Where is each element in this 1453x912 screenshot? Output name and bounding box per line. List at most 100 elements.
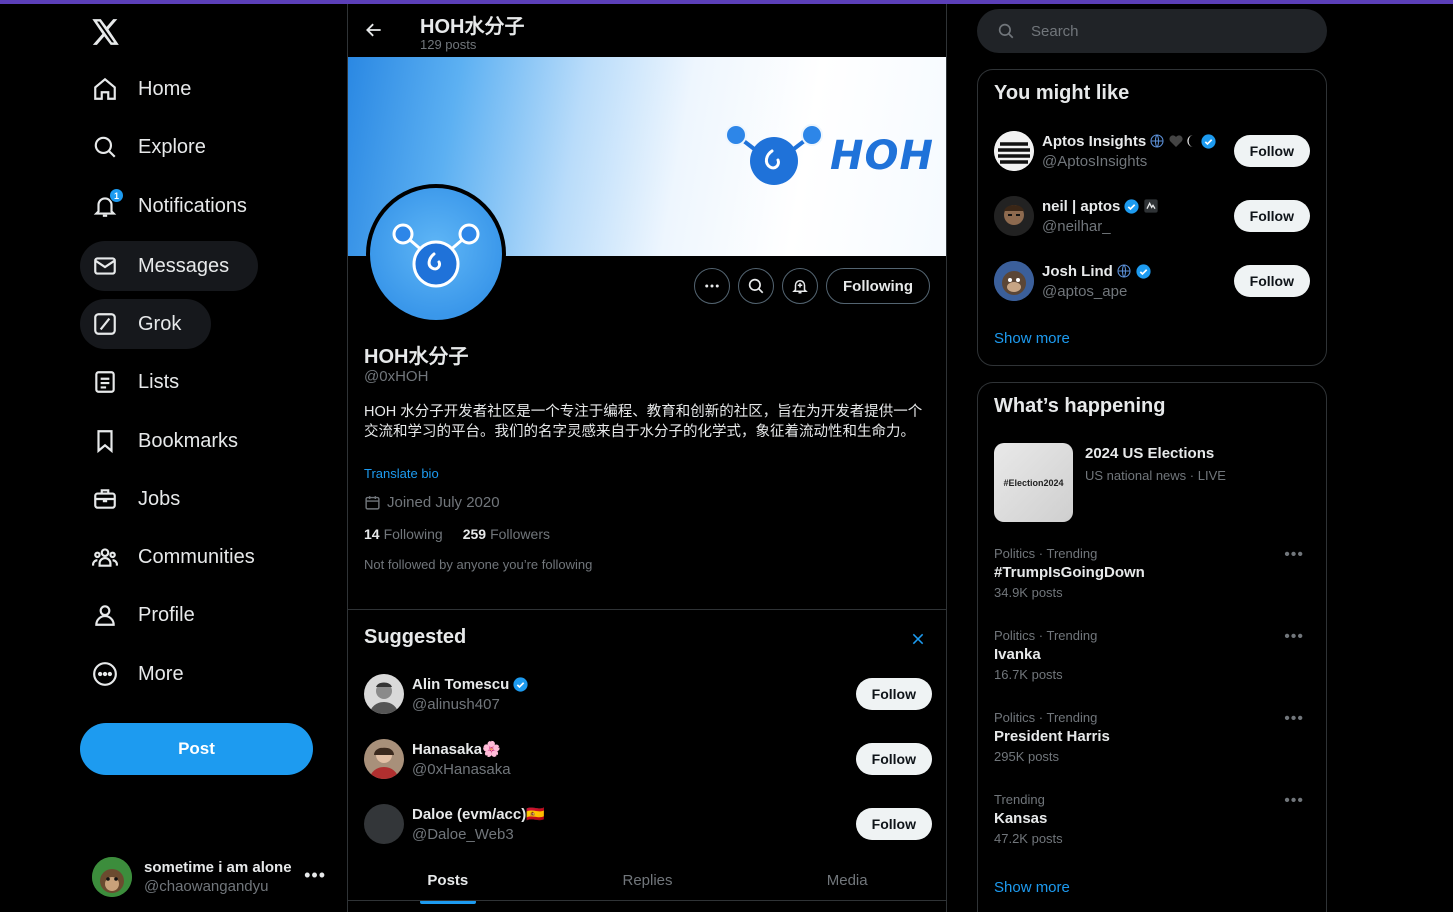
- joined-date: Joined July 2020: [387, 494, 500, 511]
- nav-grok[interactable]: Grok: [80, 299, 211, 349]
- more-options-button[interactable]: [694, 268, 731, 304]
- show-more-link[interactable]: Show more: [994, 879, 1070, 896]
- card-title: You might like: [994, 82, 1130, 104]
- nav-bookmarks-label: Bookmarks: [138, 429, 239, 452]
- follow-button[interactable]: Follow: [1233, 265, 1310, 297]
- x-logo-icon[interactable]: [86, 12, 126, 52]
- post-button[interactable]: Post: [80, 723, 313, 775]
- tab-replies[interactable]: Replies: [548, 856, 748, 904]
- following-count: 14: [364, 526, 380, 542]
- profile-bio: HOH 水分子开发者社区是一个专注于编程、教育和创新的社区，旨在为开发者提供一个…: [364, 404, 923, 440]
- user-name: neil | aptos: [1042, 197, 1121, 215]
- following-button[interactable]: Following: [826, 268, 930, 304]
- trend-count: 16.7K posts: [994, 667, 1063, 682]
- news-title: 2024 US Elections: [1085, 445, 1215, 462]
- grok-icon: [92, 311, 118, 337]
- close-icon[interactable]: [908, 629, 928, 649]
- card-title: What’s happening: [994, 395, 1166, 417]
- trend-item[interactable]: Politics · Trending #TrumpIsGoingDown 34…: [994, 546, 1312, 600]
- notify-button[interactable]: [782, 268, 819, 304]
- trend-item[interactable]: Politics · Trending President Harris 295…: [994, 710, 1312, 764]
- following-stat[interactable]: 14 Following: [364, 526, 443, 542]
- profile-avatar[interactable]: [366, 184, 506, 324]
- nav-home[interactable]: Home: [80, 64, 211, 114]
- profile-actions: Following: [694, 268, 930, 304]
- divider: [348, 900, 946, 901]
- news-item[interactable]: #Election2024 2024 US Elections US natio…: [994, 443, 1312, 523]
- suggested-title: Suggested: [364, 626, 467, 648]
- followers-label: Followers: [490, 526, 550, 542]
- calendar-icon: [364, 494, 381, 511]
- nav-bookmarks[interactable]: Bookmarks: [80, 416, 258, 466]
- profile-stats: 14 Following 259 Followers: [364, 526, 570, 542]
- trend-item[interactable]: Trending Kansas 47.2K posts •••: [994, 792, 1312, 846]
- nav-notifications[interactable]: 1 Notifications: [80, 181, 267, 231]
- header-title: HOH水分子: [420, 16, 525, 38]
- nav-communities[interactable]: Communities: [80, 532, 275, 582]
- back-arrow-icon[interactable]: [362, 18, 386, 42]
- nav-jobs[interactable]: Jobs: [80, 474, 200, 524]
- ellipsis-icon[interactable]: •••: [1284, 792, 1304, 810]
- search-profile-button[interactable]: [738, 268, 775, 304]
- bell-icon: 1: [92, 188, 124, 219]
- person-icon: [92, 602, 118, 628]
- search-icon: [748, 278, 764, 294]
- nav-messages[interactable]: Messages: [80, 241, 258, 291]
- account-name: sometime i am alone: [144, 859, 292, 876]
- account-switcher[interactable]: sometime i am alone @chaowangandyu •••: [80, 847, 340, 907]
- suggested-user[interactable]: Hanasaka🌸 @0xHanasaka Follow: [364, 731, 932, 787]
- ellipsis-icon[interactable]: •••: [1284, 628, 1304, 646]
- follow-button[interactable]: Follow: [855, 808, 932, 840]
- avatar: [994, 261, 1034, 301]
- user-name: Alin Tomescu: [412, 675, 510, 693]
- search-input[interactable]: [1031, 22, 1291, 40]
- user-handle: @Daloe_Web3: [412, 826, 514, 843]
- account-avatar: [92, 857, 132, 897]
- follow-button[interactable]: Follow: [1233, 200, 1310, 232]
- show-more-link[interactable]: Show more: [994, 330, 1070, 347]
- follow-button[interactable]: Follow: [1233, 135, 1310, 167]
- verified-badge-icon: [1124, 198, 1139, 214]
- ellipsis-icon[interactable]: •••: [304, 865, 326, 886]
- translate-bio-link[interactable]: Translate bio: [364, 466, 439, 481]
- divider: [348, 609, 946, 610]
- ellipsis-icon[interactable]: •••: [1284, 546, 1304, 564]
- following-label: Following: [383, 526, 443, 542]
- trend-item[interactable]: Politics · Trending Ivanka 16.7K posts •…: [994, 628, 1312, 682]
- tab-media[interactable]: Media: [747, 856, 946, 904]
- search-bar[interactable]: [977, 9, 1327, 53]
- nav-lists-label: Lists: [138, 370, 180, 393]
- suggested-user[interactable]: Alin Tomescu @alinush407 Follow: [364, 666, 932, 722]
- tab-replies-label: Replies: [622, 871, 673, 889]
- trend-name: Kansas: [994, 810, 1048, 827]
- tab-posts-label: Posts: [427, 871, 469, 889]
- avatar: [994, 196, 1034, 236]
- trend-meta: Trending: [994, 792, 1045, 807]
- list-icon: [92, 369, 118, 395]
- search-icon: [92, 134, 118, 160]
- hoh-logo: HOH: [724, 121, 934, 191]
- recommended-user[interactable]: neil | aptos @neilhar_ Follow: [994, 192, 1310, 240]
- nav-profile[interactable]: Profile: [80, 590, 215, 640]
- user-handle: @neilhar_: [1042, 217, 1111, 235]
- nav-more[interactable]: More: [80, 649, 204, 699]
- user-name: Josh Lind: [1042, 262, 1113, 280]
- globe-icon: [1149, 133, 1165, 149]
- nav-notifications-label: Notifications: [138, 194, 247, 217]
- recommended-user[interactable]: Josh Lind @aptos_ape Follow: [994, 257, 1310, 305]
- suggested-user[interactable]: Daloe (evm/acc)🇪🇸 @Daloe_Web3 Follow: [364, 796, 932, 852]
- ellipsis-icon[interactable]: •••: [1284, 710, 1304, 728]
- nav-messages-label: Messages: [138, 254, 230, 277]
- profile-joined: Joined July 2020: [364, 494, 500, 511]
- nav-explore[interactable]: Explore: [80, 122, 226, 172]
- news-subtitle: US national news · LIVE: [1085, 468, 1226, 483]
- recommended-user[interactable]: Aptos Insights @AptosInsights Follow: [994, 127, 1310, 175]
- user-handle: @aptos_ape: [1042, 282, 1128, 300]
- followers-stat[interactable]: 259 Followers: [463, 526, 550, 542]
- nav-lists[interactable]: Lists: [80, 357, 199, 407]
- black-heart-icon: [1168, 133, 1184, 149]
- tab-posts[interactable]: Posts: [348, 856, 548, 904]
- news-thumbnail-text: #Election2024: [1003, 477, 1064, 488]
- follow-button[interactable]: Follow: [855, 743, 932, 775]
- follow-button[interactable]: Follow: [855, 678, 932, 710]
